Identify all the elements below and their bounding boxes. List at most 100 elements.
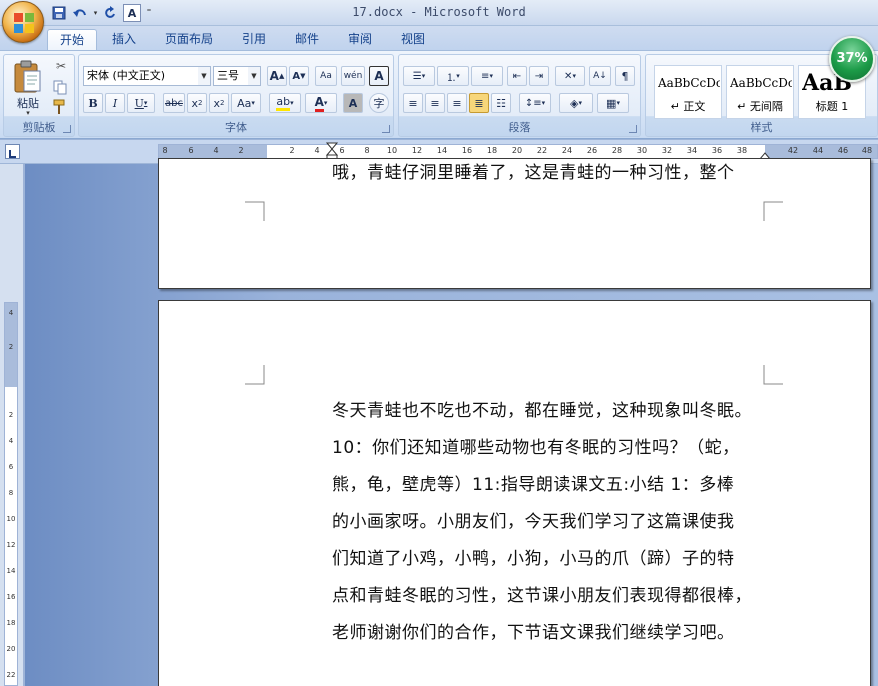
tab-references[interactable]: 引用 [232, 29, 276, 50]
ruler-number: 8 [364, 146, 370, 155]
change-case-icon[interactable]: Aa ▾ [231, 93, 261, 113]
clipboard-group: 粘贴 ▾ ✂ 剪贴板 [3, 54, 75, 137]
tab-view[interactable]: 视图 [391, 29, 435, 50]
increase-indent-icon[interactable]: ⇥ [529, 66, 549, 86]
line-spacing-icon[interactable]: ↕≡ ▾ [519, 93, 551, 113]
title-bar: ▾ A ⁼ 17.docx - Microsoft Word [0, 0, 878, 26]
cut-icon[interactable]: ✂ [52, 59, 70, 75]
paste-button[interactable]: 粘贴 ▾ [10, 57, 46, 117]
ruler-number: 20 [6, 645, 16, 653]
paragraph-launcher-icon[interactable] [629, 125, 637, 133]
horizontal-ruler[interactable]: 8 6 4 2 2 4 6 8 10 12 14 16 18 20 22 24 … [158, 142, 878, 160]
ribbon-tabs: 开始 插入 页面布局 引用 邮件 审阅 视图 [0, 26, 878, 50]
office-button[interactable] [2, 1, 44, 43]
ruler-number: 44 [812, 146, 824, 155]
styles-group-label: 样式 [750, 121, 773, 134]
paragraph-line: 老师谢谢你们的合作，下节语文课我们继续学习吧。 [332, 623, 735, 643]
ruler-number: 2 [238, 146, 244, 155]
ruler-number: 12 [6, 541, 16, 549]
ruler-number: 24 [561, 146, 573, 155]
ruler-number: 4 [213, 146, 219, 155]
tab-page-layout[interactable]: 页面布局 [154, 29, 224, 50]
underline-icon[interactable]: U ▾ [127, 93, 155, 113]
clipboard-launcher-icon[interactable] [63, 125, 71, 133]
style-sample: AaBbCcDc [658, 76, 720, 90]
bullets-icon[interactable]: ☰ ▾ [403, 66, 435, 86]
style-name: ↵ 正文 [670, 100, 706, 113]
tab-stop-selector[interactable] [5, 144, 20, 159]
style-no-spacing[interactable]: AaBbCcDc ↵ 无间隔 [726, 65, 794, 119]
multilevel-list-icon[interactable]: ≡ ▾ [471, 66, 503, 86]
phonetic-guide-icon[interactable]: wén [341, 66, 365, 86]
paragraph-line: 10：你们还知道哪些动物也有冬眠的习性吗？（蛇， [332, 438, 740, 458]
font-name-value: 宋体 (中文正文) [87, 69, 166, 82]
align-left-icon[interactable]: ≡ [403, 93, 423, 113]
font-color-icon[interactable]: A ▾ [305, 93, 337, 113]
superscript-icon[interactable]: x2 [209, 93, 229, 113]
paragraph-group: ☰ ▾ ⒈ ▾ ≡ ▾ ⇤ ⇥ ✕ ▾ A↓ ¶ ≡ ≡ ≡ ≣ ☷ ↕≡ ▾ ◈ ▾ ▦ ▾… [398, 54, 641, 137]
ruler-number: 28 [611, 146, 623, 155]
distributed-icon[interactable]: ☷ [491, 93, 511, 113]
ruler-number: 4 [314, 146, 320, 155]
grow-font-icon[interactable]: A ▲ [267, 66, 287, 86]
strikethrough-icon[interactable]: abc [163, 93, 185, 113]
paragraph-line: 熊，龟，壁虎等）11:指导朗读课文五:小结 1：多棒 [332, 475, 735, 495]
font-size-select[interactable]: 三号 ▼ [213, 66, 261, 86]
tab-review[interactable]: 审阅 [338, 29, 382, 50]
tab-mailings[interactable]: 邮件 [285, 29, 329, 50]
character-border-icon[interactable]: A [369, 66, 389, 86]
shading-icon[interactable]: ◈ ▾ [559, 93, 593, 113]
subscript-icon[interactable]: x2 [187, 93, 207, 113]
ruler-number: 2 [8, 411, 14, 419]
ribbon: 粘贴 ▾ ✂ 剪贴板 宋体 (中文正文) ▼ 三号 ▼ A ▲ A ▼ Aa w… [0, 50, 878, 139]
ruler-number: 6 [8, 463, 14, 471]
highlight-icon[interactable]: ab ▾ [269, 93, 301, 113]
borders-icon[interactable]: ▦ ▾ [597, 93, 629, 113]
vertical-ruler[interactable]: 4 2 2 4 6 8 10 12 14 16 18 20 22 [4, 302, 18, 686]
ruler-number: 22 [6, 671, 16, 679]
style-sample: AaBbCcDc [730, 76, 792, 90]
italic-icon[interactable]: I [105, 93, 125, 113]
align-right-icon[interactable]: ≡ [447, 93, 467, 113]
copy-icon[interactable] [52, 79, 70, 95]
enclose-characters-icon[interactable]: 字 [369, 93, 389, 113]
margin-corner-mark [763, 365, 783, 385]
numbering-icon[interactable]: ⒈ ▾ [437, 66, 469, 86]
ruler-number: 16 [6, 593, 16, 601]
ruler-number: 38 [736, 146, 748, 155]
ruler-number: 42 [787, 146, 799, 155]
window-title: 17.docx - Microsoft Word [352, 5, 526, 19]
font-launcher-icon[interactable] [382, 125, 390, 133]
paragraph-line: 们知道了小鸡，小鸭，小狗，小马的爪（蹄）子的特 [332, 549, 735, 569]
clear-format-icon[interactable]: Aa [315, 66, 337, 86]
character-shading-icon[interactable]: A [343, 93, 363, 113]
ruler-number: 48 [861, 146, 873, 155]
ruler-number: 8 [162, 146, 168, 155]
tab-stop-icon [9, 150, 16, 158]
paragraph-line: 点和青蛙冬眠的习性，这节课小朋友们表现得都很棒， [332, 586, 752, 606]
chinese-layout-icon[interactable]: ✕ ▾ [555, 66, 585, 86]
format-painter-icon[interactable] [52, 99, 70, 115]
justify-icon[interactable]: ≣ [469, 93, 489, 113]
ruler-number: 30 [636, 146, 648, 155]
ruler-number: 6 [188, 146, 194, 155]
chevron-down-icon: ▾ [26, 109, 30, 117]
style-name: ↵ 无间隔 [737, 100, 783, 113]
show-marks-icon[interactable]: ¶ [615, 66, 635, 86]
zoom-badge[interactable]: 37% [829, 36, 875, 82]
tab-insert[interactable]: 插入 [102, 29, 146, 50]
bold-icon[interactable]: B [83, 93, 103, 113]
tab-home[interactable]: 开始 [47, 29, 97, 50]
ruler-number: 10 [386, 146, 398, 155]
decrease-indent-icon[interactable]: ⇤ [507, 66, 527, 86]
style-normal[interactable]: AaBbCcDc ↵ 正文 [654, 65, 722, 119]
align-center-icon[interactable]: ≡ [425, 93, 445, 113]
font-name-select[interactable]: 宋体 (中文正文) ▼ [83, 66, 211, 86]
shrink-font-icon[interactable]: A ▼ [289, 66, 309, 86]
ruler-number: 36 [711, 146, 723, 155]
ruler-number: 2 [8, 343, 14, 351]
sort-icon[interactable]: A↓ [589, 66, 611, 86]
ruler-number: 12 [411, 146, 423, 155]
ruler-number: 10 [6, 515, 16, 523]
ruler-number: 14 [6, 567, 16, 575]
